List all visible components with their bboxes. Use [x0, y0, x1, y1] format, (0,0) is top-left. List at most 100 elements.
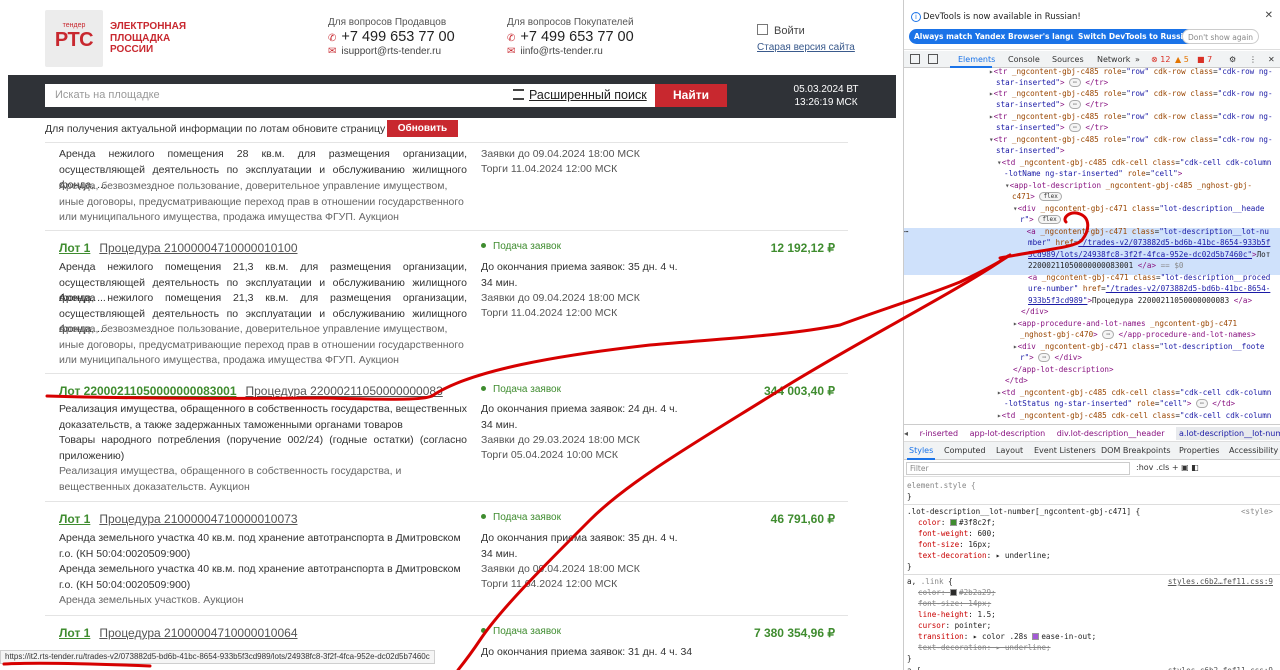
- error-count-text: 12: [1160, 55, 1171, 64]
- warning-count[interactable]: ▲ 5: [1175, 55, 1189, 64]
- buyers-phone[interactable]: ✆ +7 499 653 77 00: [507, 29, 634, 45]
- rts-logo[interactable]: тендер РТС: [45, 10, 103, 67]
- status-badge: Подача заявок: [481, 384, 561, 395]
- sellers-email[interactable]: ✉ isupport@rts-tender.ru: [328, 46, 455, 57]
- login-link[interactable]: Войти: [757, 24, 805, 37]
- always-match-language-button[interactable]: Always match Yandex Browser's language: [909, 29, 1097, 44]
- crumb-item[interactable]: app-lot-description: [970, 429, 1046, 438]
- server-datetime: 05.03.2024 ВТ 13:26:19 МСК: [778, 83, 874, 109]
- refresh-button[interactable]: Обновить: [387, 120, 458, 137]
- buyers-email[interactable]: ✉ iinfo@rts-tender.ru: [507, 46, 634, 57]
- time-remaining: До окончания приема заявок: 31 дн. 4 ч. …: [481, 646, 693, 658]
- css-declaration[interactable]: font-weight: 600;: [918, 528, 996, 540]
- kebab-menu-icon[interactable]: ⋮: [1249, 55, 1257, 64]
- issues-count[interactable]: ■ 7: [1197, 55, 1212, 64]
- filter-tools-text: :hov .cls +: [1136, 463, 1179, 472]
- css-declaration[interactable]: color: #3f8c2f;: [918, 517, 996, 529]
- dom-node-cont: -lotStatus ng-star-inserted" role="cell"…: [1004, 399, 1236, 408]
- procedure-link[interactable]: Процедура 21000004710000010064: [99, 626, 297, 640]
- advanced-search-link[interactable]: Расширенный поиск: [513, 88, 647, 102]
- dom-node[interactable]: ▸<app-procedure-and-lot-names _ngcontent…: [1013, 318, 1237, 330]
- tab-event-listeners[interactable]: Event Listeners: [1034, 446, 1096, 455]
- computed-sidebar-icon[interactable]: ◧: [1191, 463, 1199, 472]
- sellers-phone[interactable]: ✆ +7 499 653 77 00: [328, 29, 455, 45]
- lot-number-link[interactable]: Лот 22000211050000000083001: [59, 384, 237, 398]
- crumb-scroll-left-icon[interactable]: ◂: [904, 429, 908, 438]
- more-tabs-icon[interactable]: »: [1135, 55, 1140, 64]
- dom-node[interactable]: ▸<tr _ngcontent-gbj-c485 role="row" cdk-…: [989, 111, 1273, 123]
- status-text: Подача заявок: [493, 512, 561, 523]
- device-toolbar-icon[interactable]: [928, 54, 938, 64]
- status-dot-icon: [481, 628, 486, 633]
- dom-node[interactable]: ▾<div _ngcontent-gbj-c471 class="lot-des…: [1013, 203, 1265, 215]
- error-count[interactable]: ⊗ 12: [1151, 55, 1170, 64]
- color-swatch[interactable]: [950, 519, 958, 526]
- infobar-message: DevTools is now available in Russian!: [923, 12, 1081, 22]
- find-button[interactable]: Найти: [655, 84, 727, 107]
- tab-elements[interactable]: Elements: [958, 55, 995, 64]
- css-declaration-overridden[interactable]: font-size: 14px;: [918, 598, 991, 610]
- crumb-item-selected[interactable]: a.lot-description__lot-number: [1176, 427, 1280, 440]
- tab-properties[interactable]: Properties: [1179, 446, 1219, 455]
- css-declaration[interactable]: font-size: 16px;: [918, 539, 991, 551]
- old-version-link[interactable]: Старая версия сайта: [757, 42, 855, 53]
- close-icon[interactable]: ✕: [1265, 10, 1273, 21]
- tab-computed[interactable]: Computed: [944, 446, 986, 455]
- css-declaration[interactable]: transition: ▸ color .28s ease-in-out;: [918, 631, 1096, 643]
- css-rule-selector[interactable]: a, .link {: [907, 576, 953, 588]
- inspect-element-icon[interactable]: [910, 54, 920, 64]
- css-declaration-overridden[interactable]: text-decoration: ▸ underline;: [918, 642, 1051, 654]
- dom-node[interactable]: ▸<td _ngcontent-gbj-c485 cdk-cell class=…: [997, 387, 1271, 399]
- css-rule-source[interactable]: styles.c6b2…fef11.css:9: [1168, 665, 1273, 670]
- css-declaration[interactable]: line-height: 1.5;: [918, 609, 996, 621]
- easing-swatch[interactable]: [1032, 633, 1040, 640]
- dom-node[interactable]: ▾<tr _ngcontent-gbj-c485 role="row" cdk-…: [989, 134, 1273, 146]
- tab-sources[interactable]: Sources: [1052, 55, 1084, 64]
- close-devtools-icon[interactable]: ✕: [1268, 55, 1275, 64]
- lot-description: Аренда земельного участка 40 кв.м. под х…: [59, 532, 461, 560]
- switch-to-russian-button[interactable]: Switch DevTools to Russian: [1073, 29, 1199, 44]
- dom-node[interactable]: ▸<div _ngcontent-gbj-c471 class="lot-des…: [1013, 341, 1265, 353]
- dont-show-again-button[interactable]: Don't show again: [1182, 29, 1260, 44]
- lot-number-link[interactable]: Лот 1: [59, 241, 90, 255]
- tab-accessibility[interactable]: Accessibility: [1229, 446, 1278, 455]
- crumb-item[interactable]: r-inserted: [920, 429, 958, 438]
- lot-number-link[interactable]: Лот 1: [59, 512, 90, 526]
- tab-dom-breakpoints[interactable]: DOM Breakpoints: [1101, 446, 1171, 455]
- tab-layout[interactable]: Layout: [996, 446, 1023, 455]
- css-rule-source[interactable]: styles.c6b2…fef11.css:9: [1168, 576, 1273, 588]
- dom-node[interactable]: ▸<td _ngcontent-gbj-c485 cdk-cell class=…: [997, 410, 1271, 422]
- css-rule-source[interactable]: <style>: [1241, 506, 1273, 518]
- css-declaration-overridden[interactable]: color: #2b2a29;: [918, 587, 996, 599]
- server-time: 13:26:19 МСК: [794, 97, 858, 108]
- logo-caption-line: ПЛОЩАДКА: [110, 32, 171, 44]
- procedure-link[interactable]: Процедура 21000004710000010100: [99, 241, 297, 255]
- dom-node[interactable]: ▾<td _ngcontent-gbj-c485 cdk-cell class=…: [997, 157, 1271, 169]
- css-declaration[interactable]: text-decoration: ▸ underline;: [918, 550, 1051, 562]
- elements-tree: ▸<tr _ngcontent-gbj-c485 role="row" cdk-…: [904, 68, 1280, 424]
- css-rule-selector[interactable]: a {: [907, 665, 921, 670]
- tab-network[interactable]: Network: [1097, 55, 1130, 64]
- css-rule-selector[interactable]: .lot-description__lot-number[_ngcontent-…: [907, 506, 1140, 518]
- styles-filter-input[interactable]: Filter: [906, 462, 1130, 475]
- procedure-link[interactable]: Процедура 21000004710000010073: [99, 512, 297, 526]
- dom-node[interactable]: <a _ngcontent-gbj-c471 class="lot-descri…: [1028, 272, 1270, 284]
- crumb-item[interactable]: div.lot-description__header: [1057, 429, 1165, 438]
- tab-console[interactable]: Console: [1008, 55, 1040, 64]
- sellers-email-text: isupport@rts-tender.ru: [341, 46, 442, 57]
- paint-brush-icon[interactable]: ▣: [1181, 463, 1189, 472]
- status-badge: Подача заявок: [481, 626, 561, 637]
- lot-number-link[interactable]: Лот 1: [59, 626, 90, 640]
- selected-dom-node[interactable]: ⋯ <a _ngcontent-gbj-c471 class="lot-descr…: [904, 226, 1269, 238]
- color-swatch[interactable]: [950, 589, 958, 596]
- lot-price: 46 791,60 ₽: [770, 512, 835, 526]
- settings-gear-icon[interactable]: ⚙: [1229, 55, 1236, 64]
- dom-node[interactable]: ▸<tr _ngcontent-gbj-c485 role="row" cdk-…: [989, 88, 1273, 100]
- dom-node[interactable]: ▾<app-lot-description _ngcontent-gbj-c48…: [1005, 180, 1252, 192]
- css-declaration[interactable]: cursor: pointer;: [918, 620, 991, 632]
- phone-icon: ✆: [507, 33, 516, 44]
- logo-caption: ЭЛЕКТРОННАЯ ПЛОЩАДКА РОССИИ: [110, 21, 186, 56]
- procedure-link[interactable]: Процедура 22000211050000000083: [246, 384, 443, 398]
- tab-styles[interactable]: Styles: [909, 446, 933, 455]
- styles-filter-tools[interactable]: :hov .cls + ▣ ◧: [1136, 463, 1199, 472]
